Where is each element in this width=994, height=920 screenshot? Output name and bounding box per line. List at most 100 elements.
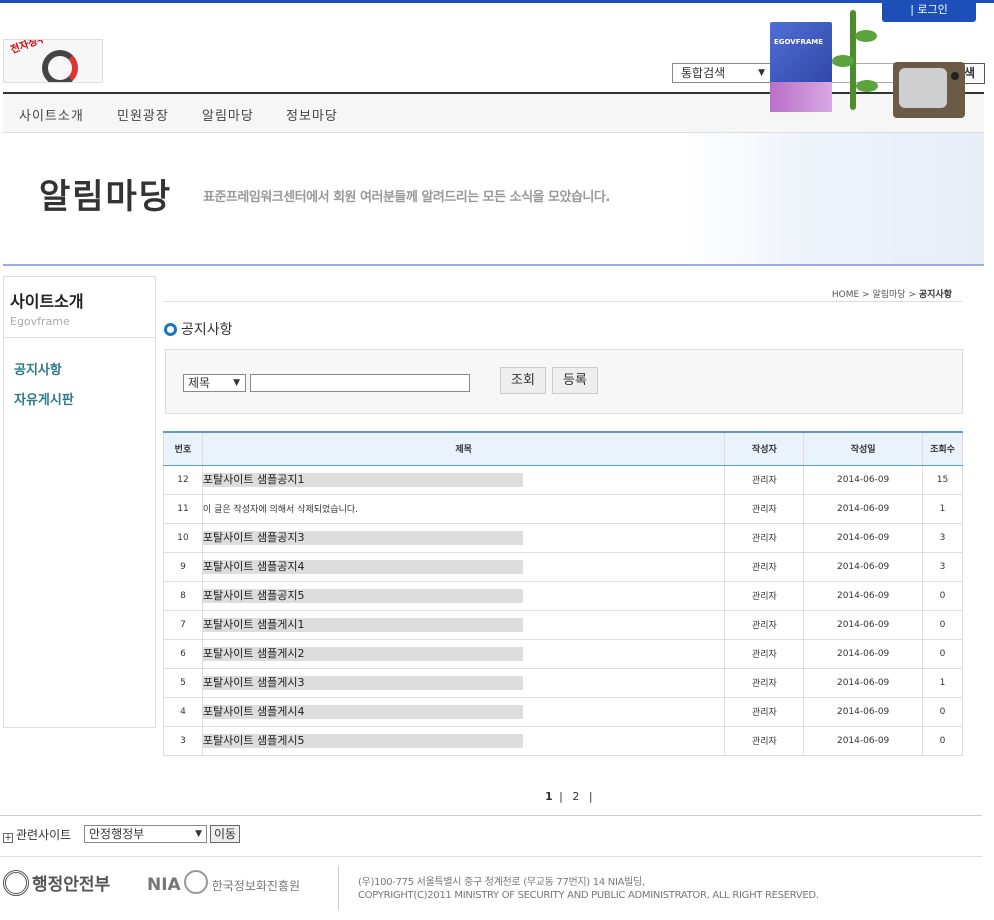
cell-views: 0: [922, 581, 963, 611]
breadcrumb: HOME > 알림마당 > 공지사항: [163, 282, 962, 302]
table-row[interactable]: 11 이 글은 작성자에 의해서 삭제되었습니다. 관리자 2014-06-09 1: [163, 494, 963, 524]
breadcrumb-separator: >: [862, 290, 870, 300]
post-title-link[interactable]: 포탈사이트 샘플게시1: [202, 617, 523, 632]
left-nav-header: 사이트소개 Egovframe: [4, 277, 155, 338]
cell-author: 관리자: [724, 697, 805, 727]
cell-title: 포탈사이트 샘플공지5: [202, 581, 726, 611]
go-button[interactable]: 이동: [210, 825, 240, 843]
cell-date: 2014-06-09: [803, 581, 924, 611]
gnb-item-civil[interactable]: 민원광장: [117, 105, 169, 124]
cell-author: 관리자: [724, 610, 805, 640]
cell-number: 11: [163, 494, 203, 524]
cell-date: 2014-06-09: [803, 494, 924, 524]
site-logo[interactable]: 전자정부 표준프레임워크: [3, 39, 103, 83]
cell-date: 2014-06-09: [803, 697, 924, 727]
search-scope-value: 통합검색: [681, 66, 726, 80]
page-separator: |: [559, 790, 563, 803]
post-title-link[interactable]: 포탈사이트 샘플게시3: [202, 675, 523, 690]
chevron-down-icon: ▼: [195, 829, 202, 839]
gnb-item-site-intro[interactable]: 사이트소개: [19, 105, 84, 124]
table-row[interactable]: 4 포탈사이트 샘플게시4 관리자 2014-06-09 0: [163, 697, 963, 727]
cell-title: 포탈사이트 샘플공지3: [202, 523, 726, 553]
related-site-select[interactable]: 안정행정부 ▼: [84, 825, 207, 843]
cell-title: 포탈사이트 샘플게시1: [202, 610, 726, 640]
tv-illustration: [893, 62, 965, 118]
related-sites-text: 관련사이트: [16, 828, 72, 842]
table-header-row: 번호 제목 작성자 작성일 조회수: [163, 431, 963, 466]
mois-logo[interactable]: 행정안전부: [3, 870, 110, 896]
post-title-link[interactable]: 포탈사이트 샘플공지5: [202, 588, 523, 603]
table-row[interactable]: 10 포탈사이트 샘플공지3 관리자 2014-06-09 3: [163, 523, 963, 553]
cell-views: 0: [922, 697, 963, 727]
post-title-link[interactable]: 포탈사이트 샘플게시5: [202, 733, 523, 748]
box-label: EGOVFRAME: [774, 38, 824, 46]
col-number: 번호: [163, 431, 203, 466]
cell-title: 이 글은 작성자에 의해서 삭제되었습니다.: [202, 494, 726, 524]
cell-number: 7: [163, 610, 203, 640]
bullet-icon: [164, 323, 177, 336]
cell-number: 6: [163, 639, 203, 669]
post-title-link[interactable]: 포탈사이트 샘플공지1: [202, 472, 523, 487]
table-row[interactable]: 5 포탈사이트 샘플게시3 관리자 2014-06-09 1: [163, 668, 963, 698]
cell-author: 관리자: [724, 523, 805, 553]
cell-number: 9: [163, 552, 203, 582]
cell-views: 15: [922, 465, 963, 495]
gnb-item-notice[interactable]: 알림마당: [202, 105, 254, 124]
col-views: 조회수: [922, 431, 963, 466]
leaf-icon: [832, 55, 854, 67]
nia-korean-name: 한국정보화진흥원: [211, 879, 301, 893]
section-description: 표준프레임워크센터에서 회원 여러분들께 알려드리는 모든 소식을 모았습니다.: [203, 190, 610, 205]
banner-background: [684, 133, 984, 264]
cell-views: 3: [922, 523, 963, 553]
table-row[interactable]: 6 포탈사이트 샘플게시2 관리자 2014-06-09 0: [163, 639, 963, 669]
register-button[interactable]: 등록: [552, 367, 598, 394]
chevron-down-icon: ▼: [758, 68, 765, 78]
search-field-select[interactable]: 제목 ▼: [183, 374, 246, 392]
left-nav-item-notice[interactable]: 공지사항: [14, 359, 62, 378]
box-wave: [770, 82, 832, 112]
section-title: 알림마당: [39, 177, 173, 217]
cell-number: 3: [163, 726, 203, 756]
page-separator: |: [588, 790, 593, 803]
cell-date: 2014-06-09: [803, 552, 924, 582]
cell-author: 관리자: [724, 465, 805, 495]
cell-title: 포탈사이트 샘플게시3: [202, 668, 726, 698]
cell-date: 2014-06-09: [803, 610, 924, 640]
post-title-link[interactable]: 포탈사이트 샘플공지3: [202, 530, 523, 545]
gnb-item-info[interactable]: 정보마당: [286, 105, 338, 124]
search-scope-select[interactable]: 통합검색 ▼: [672, 63, 772, 83]
left-nav-item-free-board[interactable]: 자유게시판: [14, 389, 74, 408]
address-text: (우)100-775 서울특별시 중구 청계천로 (무교동 77번지) 14 N…: [358, 877, 645, 888]
post-title-link[interactable]: 포탈사이트 샘플게시4: [202, 704, 523, 719]
post-title-link[interactable]: 포탈사이트 샘플게시2: [202, 646, 523, 661]
left-nav-title: 사이트소개: [10, 292, 84, 311]
breadcrumb-parent[interactable]: 알림마당: [872, 290, 905, 300]
board-search-box: 제목 ▼ 조회 등록: [165, 349, 963, 414]
cell-author: 관리자: [724, 581, 805, 611]
login-button[interactable]: | 로그인: [882, 0, 976, 22]
leaf-icon: [855, 30, 877, 42]
table-row[interactable]: 8 포탈사이트 샘플공지5 관리자 2014-06-09 0: [163, 581, 963, 611]
global-nav: 사이트소개 민원광장 알림마당 정보마당: [3, 92, 984, 133]
government-seal-icon: [3, 870, 29, 896]
search-keyword-input[interactable]: [250, 374, 470, 392]
page-link[interactable]: 2: [572, 790, 579, 803]
cell-date: 2014-06-09: [803, 465, 924, 495]
post-title-link[interactable]: 포탈사이트 샘플공지4: [202, 559, 523, 574]
cell-date: 2014-06-09: [803, 668, 924, 698]
table-row[interactable]: 9 포탈사이트 샘플공지4 관리자 2014-06-09 3: [163, 552, 963, 582]
left-nav-subtitle: Egovframe: [10, 315, 70, 328]
table-row[interactable]: 7 포탈사이트 샘플게시1 관리자 2014-06-09 0: [163, 610, 963, 640]
chevron-down-icon: ▼: [233, 378, 240, 388]
breadcrumb-home[interactable]: HOME: [832, 290, 859, 300]
cell-views: 0: [922, 610, 963, 640]
page-link[interactable]: 1: [545, 790, 553, 803]
table-row[interactable]: 12 포탈사이트 샘플공지1 관리자 2014-06-09 15: [163, 465, 963, 495]
inquiry-button[interactable]: 조회: [500, 367, 546, 394]
footer-vertical-separator: [338, 866, 339, 910]
table-row[interactable]: 3 포탈사이트 샘플게시5 관리자 2014-06-09 0: [163, 726, 963, 756]
board-title-text: 공지사항: [181, 322, 233, 338]
nia-logo[interactable]: NIA 한국정보화진흥원: [147, 870, 300, 895]
cell-views: 1: [922, 668, 963, 698]
copyright-text: COPYRIGHT(C)2011 MINISTRY OF SECURITY AN…: [358, 890, 819, 901]
